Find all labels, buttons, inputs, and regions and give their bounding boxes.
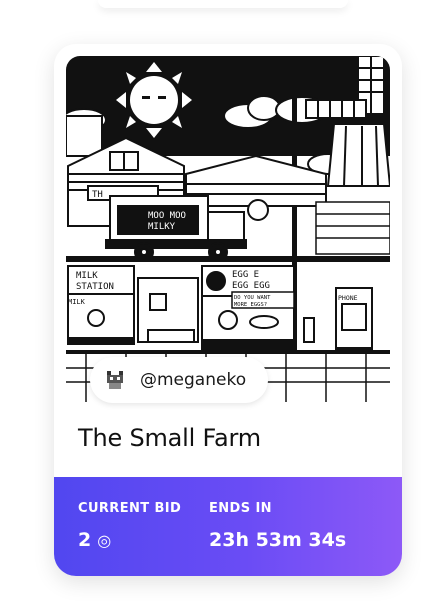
ends-in-section: ENDS IN 23h 53m 34s (209, 501, 346, 551)
current-bid-section: CURRENT BID 2 ◎ (78, 501, 181, 551)
svg-text:MILK: MILK (76, 271, 98, 281)
svg-text:TH: TH (92, 190, 103, 200)
coin-icon: ◎ (97, 530, 112, 550)
current-bid-value-row: 2 ◎ (78, 529, 181, 551)
avatar (104, 369, 126, 391)
previous-card-edge (98, 0, 348, 8)
svg-text:DO YOU WANT: DO YOU WANT (234, 295, 271, 301)
svg-text:MOO MOO: MOO MOO (148, 211, 186, 221)
current-bid-value: 2 (78, 529, 92, 551)
ends-in-label: ENDS IN (209, 501, 272, 516)
svg-text:STATION: STATION (76, 282, 114, 292)
svg-text:MORE EGGS?: MORE EGGS? (234, 302, 267, 308)
ends-in-value: 23h 53m 34s (209, 529, 347, 551)
artwork-title[interactable]: The Small Farm (78, 424, 261, 452)
current-bid-label: CURRENT BID (78, 501, 182, 516)
svg-text:MILKY: MILKY (148, 222, 176, 232)
svg-text:PHONE: PHONE (338, 294, 358, 302)
svg-text:EGG E: EGG E (232, 270, 259, 280)
creator-badge[interactable]: @meganeko (90, 357, 268, 403)
auction-footer: CURRENT BID 2 ◎ ENDS IN 23h 53m 34s (54, 477, 402, 576)
nft-card[interactable]: TH MOO MOO MILKY MILK STATION MILK EGG E… (54, 44, 402, 576)
creator-handle[interactable]: @meganeko (140, 370, 246, 390)
artwork-image[interactable]: TH MOO MOO MILKY MILK STATION MILK EGG E… (66, 56, 390, 402)
svg-text:MILK: MILK (68, 298, 86, 306)
svg-text:EGG EGG: EGG EGG (232, 281, 270, 291)
